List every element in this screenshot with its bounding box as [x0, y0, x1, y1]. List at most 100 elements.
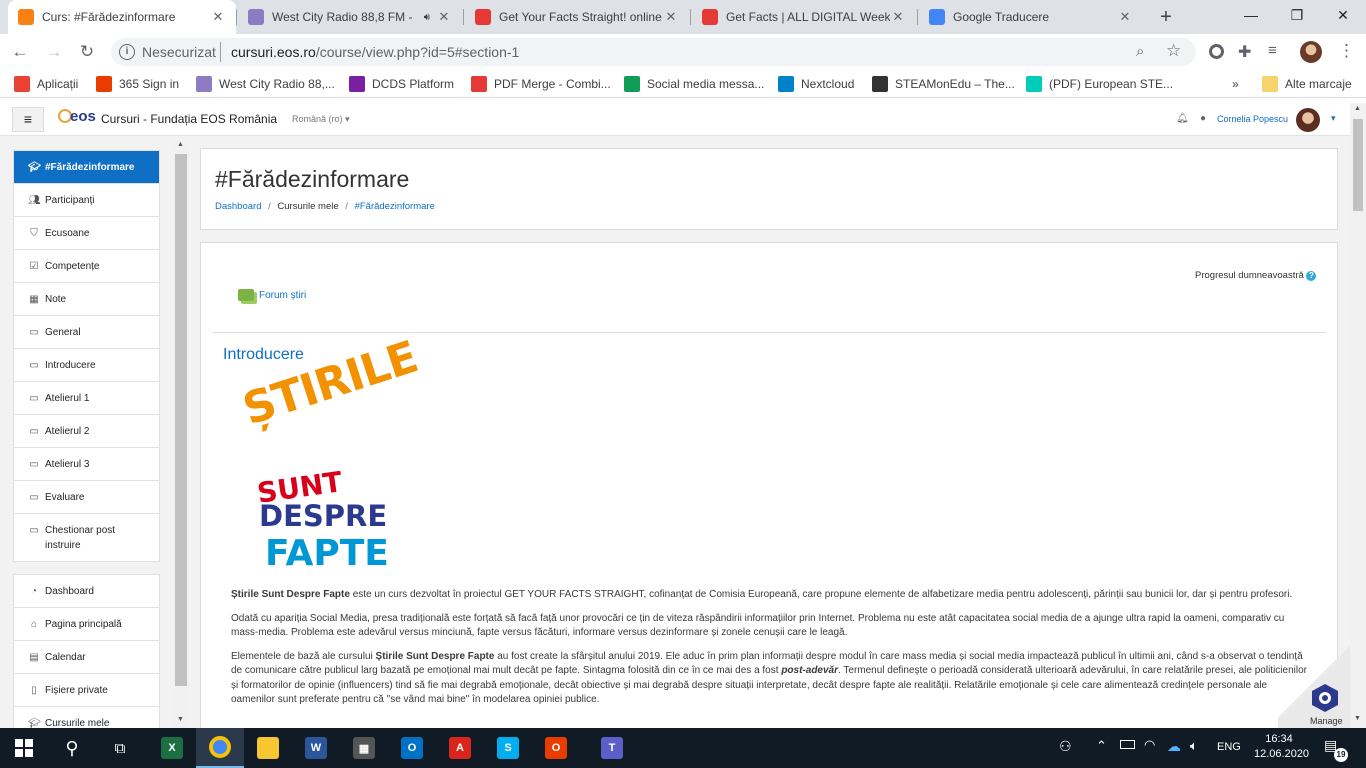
user-avatar[interactable]: [1296, 108, 1320, 132]
chrome-icon[interactable]: [196, 728, 244, 768]
onedrive-icon[interactable]: ☁: [1167, 738, 1181, 755]
drawer-item[interactable]: ▯ Fișiere private: [14, 673, 159, 706]
task-view-icon[interactable]: ⧉: [96, 728, 144, 768]
bookmark-item[interactable]: 365 Sign in: [96, 74, 179, 94]
breadcrumb-my-courses[interactable]: Cursurile mele: [277, 201, 338, 212]
drawer-item[interactable]: ▭ General: [14, 315, 159, 348]
forward-icon[interactable]: →: [42, 40, 66, 64]
page-scrollbar[interactable]: ▲ ▼: [1350, 103, 1366, 728]
help-icon[interactable]: ?: [1306, 271, 1317, 281]
drawer-item[interactable]: ▦ Note: [14, 282, 159, 315]
profile-avatar[interactable]: [1300, 41, 1322, 63]
bookmarks-overflow-icon[interactable]: »: [1232, 74, 1239, 94]
manage-corner[interactable]: Manage: [1278, 640, 1350, 728]
outlook-icon[interactable]: O: [388, 728, 436, 768]
bookmark-item[interactable]: Aplicații: [14, 74, 78, 94]
battery-icon[interactable]: [1120, 740, 1135, 749]
wifi-icon[interactable]: ◠: [1144, 737, 1155, 753]
messages-icon[interactable]: ●: [1200, 113, 1206, 124]
url-text[interactable]: cursuri.eos.ro/course/view.php?id=5#sect…: [231, 44, 519, 60]
close-window-button[interactable]: ✕: [1320, 0, 1366, 30]
zoom-search-icon[interactable]: ⌕: [1136, 43, 1144, 60]
browser-tab[interactable]: West City Radio 88,8 FM - 🔊︎ ✕: [238, 0, 462, 34]
new-tab-button[interactable]: +: [1152, 0, 1180, 34]
language-menu[interactable]: Română (ro) ▾: [292, 114, 350, 125]
section-title[interactable]: Introducere: [223, 346, 304, 364]
other-bookmarks[interactable]: Alte marcaje: [1262, 74, 1352, 94]
back-icon[interactable]: ←: [8, 40, 32, 64]
bookmark-item[interactable]: (PDF) European STE...: [1026, 74, 1173, 94]
windows-start-icon[interactable]: [0, 728, 48, 768]
chrome-menu-icon[interactable]: ⋮: [1338, 41, 1355, 61]
word-icon[interactable]: W: [292, 728, 340, 768]
bookmark-item[interactable]: PDF Merge - Combi...: [471, 74, 611, 94]
skype-icon[interactable]: S: [484, 728, 532, 768]
excel-icon[interactable]: X: [148, 728, 196, 768]
tray-expand-icon[interactable]: ⌃: [1096, 738, 1107, 754]
scroll-up-icon[interactable]: ▲: [177, 141, 184, 148]
drawer-scrollbar[interactable]: ▲ ▼: [174, 140, 188, 728]
drawer-item[interactable]: ☑ Competențe: [14, 249, 159, 282]
eos-logo[interactable]: eos: [58, 107, 98, 131]
drawer-item[interactable]: ▭ Evaluare: [14, 480, 159, 513]
tab-close-icon[interactable]: ✕: [1117, 9, 1133, 25]
search-icon[interactable]: ⚲: [48, 728, 96, 768]
browser-tab[interactable]: Google Traducere ✕: [919, 0, 1143, 34]
extensions-puzzle-icon[interactable]: ✚: [1238, 42, 1251, 62]
extension-circle-icon[interactable]: [1209, 44, 1224, 59]
tab-audio-icon[interactable]: 🔊︎: [424, 12, 430, 23]
page-scroll-thumb[interactable]: [1353, 119, 1363, 211]
bookmark-item[interactable]: Nextcloud: [778, 74, 854, 94]
page-scroll-up-icon[interactable]: ▲: [1354, 105, 1361, 112]
teams-icon[interactable]: T: [588, 728, 636, 768]
browser-tab[interactable]: Curs: #Fărădezinformare ✕: [8, 0, 236, 34]
drawer-item[interactable]: ▭ Atelierul 1: [14, 381, 159, 414]
reload-icon[interactable]: ↻: [75, 40, 99, 64]
maximize-button[interactable]: ❐: [1274, 0, 1320, 30]
people-icon[interactable]: ⚇: [1059, 738, 1072, 755]
scroll-down-icon[interactable]: ▼: [177, 716, 184, 723]
file-explorer-icon[interactable]: [244, 728, 292, 768]
drawer-item[interactable]: ▭ Chestionar post instruire: [14, 513, 159, 561]
drawer-item[interactable]: ⌂ Pagina principală: [14, 607, 159, 640]
drawer-item[interactable]: ▤ Calendar: [14, 640, 159, 673]
drawer-scroll-thumb[interactable]: [175, 154, 187, 686]
media-queue-icon[interactable]: ≡: [1268, 42, 1277, 59]
bookmark-item[interactable]: West City Radio 88,...: [196, 74, 335, 94]
drawer-item[interactable]: ⛉ Ecusoane: [14, 216, 159, 249]
user-caret-icon[interactable]: ▾: [1331, 113, 1336, 124]
browser-tab[interactable]: Get Your Facts Straight! online ✕: [465, 0, 689, 34]
tab-close-icon[interactable]: ✕: [663, 9, 679, 25]
drawer-item[interactable]: ▭ Atelierul 3: [14, 447, 159, 480]
info-icon[interactable]: i: [119, 44, 135, 60]
drawer-toggle-icon[interactable]: ≡: [12, 107, 44, 132]
bookmark-item[interactable]: Social media messa...: [624, 74, 764, 94]
tab-close-icon[interactable]: ✕: [890, 9, 906, 25]
user-menu-name[interactable]: Cornelia Popescu: [1217, 114, 1288, 124]
site-name[interactable]: Cursuri - Fundația EOS România: [101, 112, 277, 126]
drawer-item[interactable]: 🎓︎ #Fărădezinformare: [14, 151, 159, 183]
notification-bell-icon[interactable]: 🔔︎: [1176, 113, 1189, 124]
calculator-icon[interactable]: ▦: [340, 728, 388, 768]
drawer-item[interactable]: 👥︎ Participanți: [14, 183, 159, 216]
tab-close-icon[interactable]: ✕: [210, 9, 226, 25]
bookmark-item[interactable]: DCDS Platform: [349, 74, 454, 94]
tab-close-icon[interactable]: ✕: [436, 9, 452, 25]
acrobat-icon[interactable]: A: [436, 728, 484, 768]
browser-tab[interactable]: Get Facts | ALL DIGITAL Week ✕: [692, 0, 916, 34]
clock[interactable]: 16:34 12.06.2020: [1254, 732, 1309, 762]
drawer-item[interactable]: ▭ Atelierul 2: [14, 414, 159, 447]
drawer-item[interactable]: ▭ Introducere: [14, 348, 159, 381]
bookmark-star-icon[interactable]: ☆: [1166, 41, 1181, 61]
forum-activity[interactable]: Forum știri: [238, 289, 306, 301]
drawer-item[interactable]: ◔ Dashboard: [14, 575, 159, 607]
input-language[interactable]: ENG: [1217, 741, 1241, 753]
breadcrumb-dashboard[interactable]: Dashboard: [215, 201, 261, 212]
volume-icon[interactable]: 🔈︎: [1190, 738, 1198, 754]
bookmark-item[interactable]: STEAMonEdu – The...: [872, 74, 1015, 94]
minimize-button[interactable]: —: [1228, 0, 1274, 30]
page-scroll-down-icon[interactable]: ▼: [1354, 715, 1361, 722]
office-icon[interactable]: O: [532, 728, 580, 768]
forum-link[interactable]: Forum știri: [259, 290, 306, 301]
breadcrumb-course[interactable]: #Fărădezinformare: [355, 201, 435, 212]
